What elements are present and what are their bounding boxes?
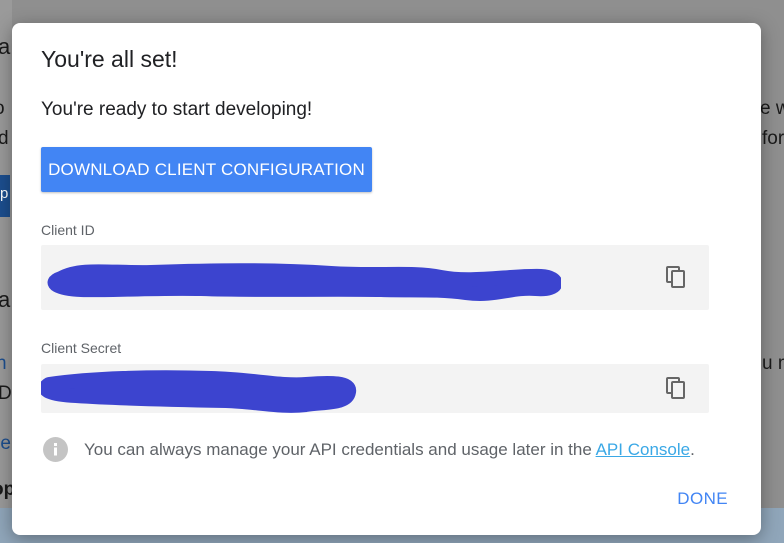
- info-text-main: You can always manage your API credentia…: [84, 439, 596, 459]
- background-page: [0, 0, 12, 543]
- background-text-fragment: u m: [762, 353, 784, 374]
- client-secret-label: Client Secret: [41, 340, 122, 356]
- download-client-configuration-button[interactable]: DOWNLOAD CLIENT CONFIGURATION: [41, 147, 372, 192]
- dialog-title: You're all set!: [41, 46, 178, 72]
- info-text-end: .: [690, 439, 695, 459]
- redaction-scribble: [47, 263, 561, 301]
- api-console-link[interactable]: API Console: [596, 440, 691, 459]
- copy-icon: [666, 266, 685, 288]
- background-text-fragment: D: [0, 383, 12, 404]
- background-text-fragment: e w: [760, 98, 784, 119]
- client-secret-field[interactable]: [41, 364, 709, 413]
- credentials-dialog: You're all set! You're ready to start de…: [12, 23, 761, 535]
- info-icon: [43, 437, 68, 462]
- redaction-scribble: [41, 370, 356, 413]
- done-button[interactable]: DONE: [671, 488, 734, 510]
- background-text-fragment: d: [0, 128, 9, 149]
- background-text-fragment: p: [0, 185, 9, 202]
- background-text-fragment: o: [0, 98, 5, 120]
- copy-icon: [666, 377, 685, 399]
- client-id-field[interactable]: [41, 245, 709, 310]
- background-link-fragment: n: [0, 353, 7, 374]
- client-id-label: Client ID: [41, 222, 95, 238]
- background-link-fragment: re: [0, 433, 11, 454]
- info-text: You can always manage your API credentia…: [84, 440, 695, 460]
- background-text-fragment: a: [0, 34, 11, 59]
- copy-client-secret-button[interactable]: [661, 373, 691, 403]
- copy-client-id-button[interactable]: [661, 262, 691, 292]
- dialog-subtitle: You're ready to start developing!: [41, 99, 313, 120]
- info-message: You can always manage your API credentia…: [43, 437, 695, 462]
- background-text-fragment: for: [762, 128, 784, 149]
- background-text-fragment: a: [0, 287, 11, 312]
